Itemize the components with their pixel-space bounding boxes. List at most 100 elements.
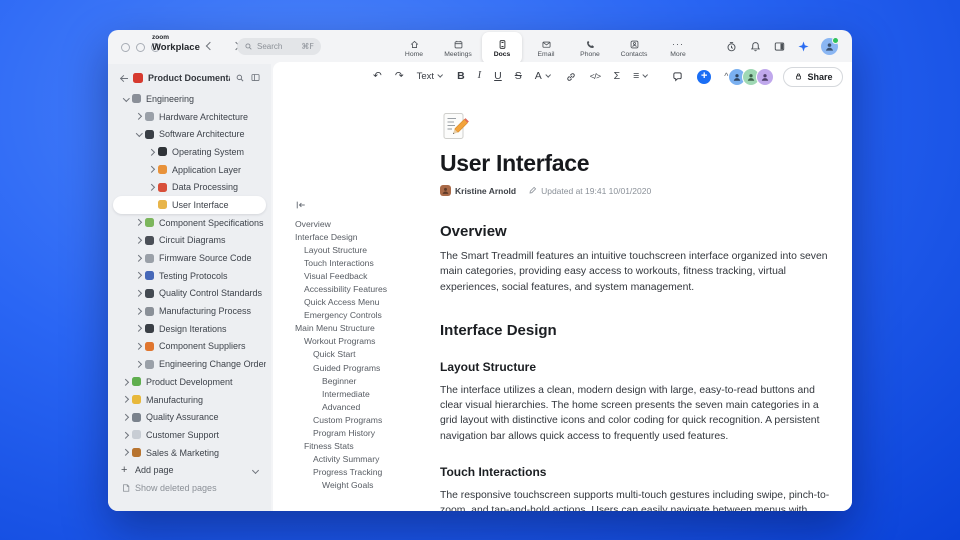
tree-chevron-icon[interactable] <box>121 94 131 104</box>
tab-phone[interactable]: Phone <box>570 33 610 63</box>
tree-item[interactable]: Sales & Marketing <box>113 444 266 462</box>
sidebar-search-icon[interactable] <box>235 73 245 83</box>
text-style-dropdown[interactable]: Text <box>417 72 444 82</box>
tree-item[interactable]: Software Architecture <box>113 125 266 143</box>
collapse-toc-icon[interactable] <box>295 200 307 210</box>
tree-chevron-icon[interactable] <box>134 235 144 245</box>
notifications-bell-icon[interactable] <box>749 40 762 53</box>
tree-item[interactable]: Hardware Architecture <box>113 108 266 126</box>
tree-item[interactable]: Component Suppliers <box>113 338 266 356</box>
tree-chevron-icon[interactable] <box>147 165 157 175</box>
toc-item[interactable]: Guided Programs <box>313 361 435 374</box>
add-page-button[interactable]: + Add page <box>113 461 266 479</box>
toc-item[interactable]: Quick Access Menu <box>304 296 435 309</box>
tree-item[interactable]: User Interface <box>113 196 266 214</box>
tree-item[interactable]: Operating System <box>113 143 266 161</box>
toc-item[interactable]: Intermediate <box>322 387 435 400</box>
tab-home[interactable]: Home <box>394 33 434 63</box>
toc-item[interactable]: Workout Programs <box>304 335 435 348</box>
ai-companion-sparkle-icon[interactable] <box>797 40 810 53</box>
undo-button[interactable]: ↶ <box>373 71 382 82</box>
underline-button[interactable]: U <box>494 71 502 82</box>
tree-chevron-icon[interactable] <box>134 129 144 139</box>
tree-chevron-icon[interactable] <box>134 253 144 263</box>
tree-item[interactable]: Data Processing <box>113 178 266 196</box>
tab-contacts[interactable]: Contacts <box>614 33 654 63</box>
side-panel-toggle-icon[interactable] <box>773 40 786 53</box>
toc-item[interactable]: Main Menu Structure <box>295 322 435 335</box>
tab-docs[interactable]: Docs <box>482 32 522 64</box>
document-body[interactable]: User Interface Kristine Arnold Updated a… <box>440 111 832 511</box>
text-color-dropdown[interactable]: A <box>535 71 552 82</box>
tree-item[interactable]: Quality Assurance <box>113 408 266 426</box>
tree-item[interactable]: Design Iterations <box>113 320 266 338</box>
toc-item[interactable]: Accessibility Features <box>304 282 435 295</box>
toc-item[interactable]: Layout Structure <box>304 243 435 256</box>
tree-item[interactable]: Application Layer <box>113 161 266 179</box>
toc-item[interactable]: Program History <box>313 427 435 440</box>
tree-chevron-icon[interactable] <box>121 448 131 458</box>
show-deleted-pages-button[interactable]: Show deleted pages <box>113 479 266 497</box>
insert-block-button[interactable]: + <box>697 69 712 84</box>
bold-button[interactable]: B <box>457 71 465 82</box>
tree-chevron-icon[interactable] <box>134 306 144 316</box>
link-icon[interactable] <box>565 71 577 83</box>
tab-more[interactable]: ··· More <box>658 33 698 63</box>
toc-item[interactable]: Overview <box>295 217 435 230</box>
collapse-sidebar-icon[interactable] <box>250 72 261 83</box>
user-avatar[interactable] <box>821 37 839 55</box>
back-button[interactable] <box>204 40 216 52</box>
toc-item[interactable]: Beginner <box>322 374 435 387</box>
tree-item[interactable]: Manufacturing Process <box>113 302 266 320</box>
tree-chevron-icon[interactable] <box>134 112 144 122</box>
tree-chevron-icon[interactable] <box>147 147 157 157</box>
tree-chevron-icon[interactable] <box>134 324 144 334</box>
align-list-dropdown[interactable]: ≡ <box>633 71 649 82</box>
toc-item[interactable]: Progress Tracking <box>313 466 435 479</box>
toc-item[interactable]: Visual Feedback <box>304 269 435 282</box>
tree-item[interactable]: Product Development <box>113 373 266 391</box>
tree-chevron-icon[interactable] <box>121 430 131 440</box>
chevron-down-icon[interactable] <box>250 465 260 475</box>
global-search-input[interactable]: Search ⌘F <box>237 38 321 55</box>
share-button[interactable]: Share <box>783 66 844 87</box>
tree-chevron-icon[interactable] <box>134 218 144 228</box>
tree-chevron-icon[interactable] <box>134 341 144 351</box>
equation-button[interactable]: Σ <box>614 71 621 82</box>
comment-icon[interactable] <box>671 70 684 83</box>
italic-button[interactable]: I <box>478 71 482 82</box>
tree-chevron-icon[interactable] <box>147 182 157 192</box>
tree-item[interactable]: Customer Support <box>113 426 266 444</box>
code-block-button[interactable]: </> <box>590 72 601 81</box>
collaborator-avatar[interactable] <box>756 67 775 86</box>
tree-item[interactable]: Manufacturing <box>113 391 266 409</box>
tree-chevron-icon[interactable] <box>121 412 131 422</box>
toc-item[interactable]: Interface Design <box>295 230 435 243</box>
strikethrough-button[interactable]: S <box>515 71 522 82</box>
toc-item[interactable]: Fitness Stats <box>304 440 435 453</box>
toc-item[interactable]: Quick Start <box>313 348 435 361</box>
tree-item[interactable]: Quality Control Standards <box>113 285 266 303</box>
toc-item[interactable]: Advanced <box>322 400 435 413</box>
tree-item[interactable]: Circuit Diagrams <box>113 232 266 250</box>
tab-email[interactable]: Email <box>526 33 566 63</box>
tree-item[interactable]: Firmware Source Code <box>113 249 266 267</box>
tree-item[interactable]: Engineering <box>113 90 266 108</box>
redo-button[interactable]: ↷ <box>395 71 404 82</box>
toc-item[interactable]: Activity Summary <box>313 453 435 466</box>
tree-chevron-icon[interactable] <box>121 395 131 405</box>
toc-item[interactable]: Emergency Controls <box>304 309 435 322</box>
tree-chevron-icon[interactable] <box>147 200 157 210</box>
minimize-window-button[interactable] <box>136 43 145 52</box>
memo-page-icon[interactable] <box>440 111 470 141</box>
tree-item[interactable]: Component Specifications <box>113 214 266 232</box>
close-window-button[interactable] <box>121 43 130 52</box>
tree-chevron-icon[interactable] <box>121 377 131 387</box>
activity-history-icon[interactable] <box>725 40 738 53</box>
tab-meetings[interactable]: Meetings <box>438 33 478 63</box>
tree-item[interactable]: Testing Protocols <box>113 267 266 285</box>
tree-item[interactable]: Engineering Change Orders <box>113 355 266 373</box>
tree-chevron-icon[interactable] <box>134 359 144 369</box>
toc-item[interactable]: Weight Goals <box>322 479 435 492</box>
tree-chevron-icon[interactable] <box>134 271 144 281</box>
